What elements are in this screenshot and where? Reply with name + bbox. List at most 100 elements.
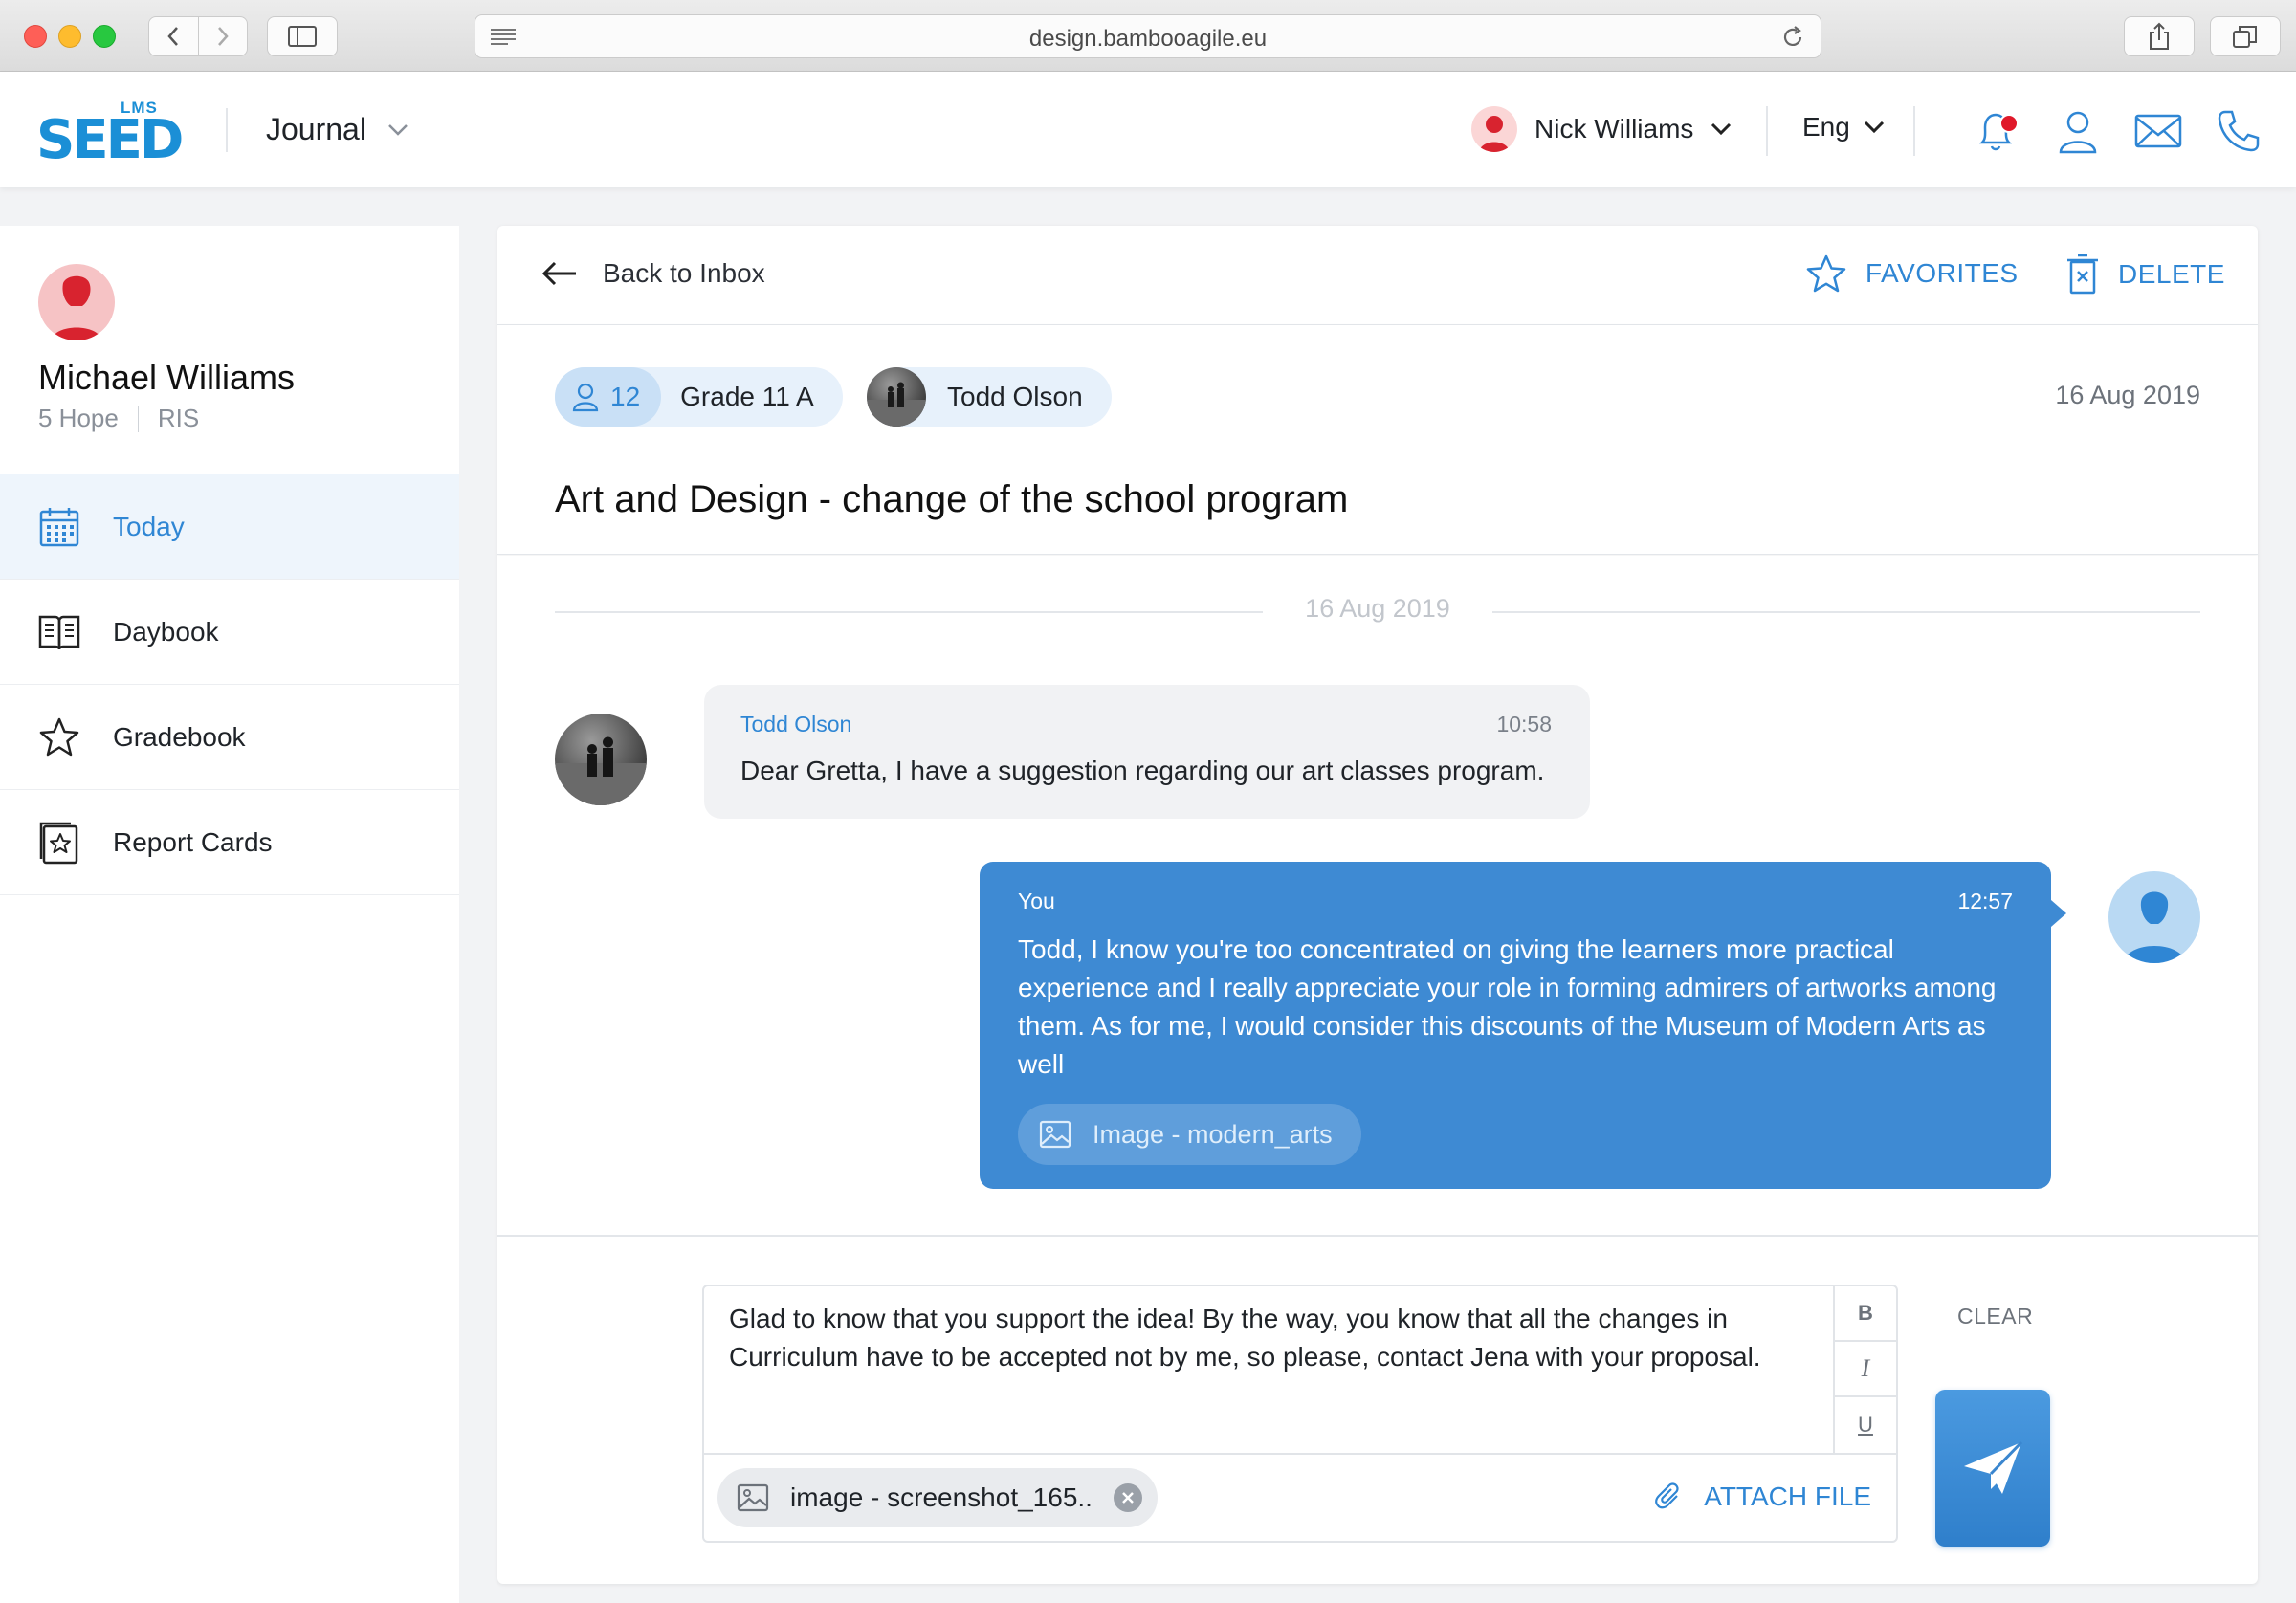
section-dropdown[interactable]: Journal bbox=[266, 112, 408, 147]
composer: Glad to know that you support the idea! … bbox=[497, 1235, 2258, 1584]
attached-file-name: image - screenshot_165.. bbox=[790, 1482, 1093, 1512]
student-school: RIS bbox=[157, 404, 200, 432]
attach-file-button[interactable]: ATTACH FILE bbox=[1654, 1482, 1871, 1512]
close-window-button[interactable] bbox=[24, 25, 47, 48]
student-grade: 5 Hope bbox=[38, 404, 119, 432]
minimize-window-button[interactable] bbox=[58, 25, 81, 48]
back-nav-button[interactable] bbox=[149, 17, 198, 55]
chevron-down-icon bbox=[388, 123, 408, 136]
reply-editor[interactable]: Glad to know that you support the idea! … bbox=[702, 1285, 1898, 1543]
forward-nav-button[interactable] bbox=[197, 17, 247, 55]
toggle-sidebar-button[interactable] bbox=[267, 16, 338, 56]
favorites-button[interactable]: FAVORITES bbox=[1806, 254, 2019, 293]
attachment-name: Image - modern_arts bbox=[1093, 1119, 1333, 1149]
reply-text[interactable]: Glad to know that you support the idea! … bbox=[729, 1300, 1820, 1376]
app-header: LMS SEED Journal Nick Williams Eng bbox=[0, 72, 2296, 187]
sidebar-item-daybook[interactable]: Daybook bbox=[0, 580, 459, 685]
message-time: 12:57 bbox=[1957, 889, 2013, 913]
day-separator-date: 16 Aug 2019 bbox=[1305, 594, 1450, 623]
recipients-count: 12 bbox=[555, 367, 662, 427]
student-meta: 5 Hope RIS bbox=[38, 404, 199, 433]
user-menu[interactable]: Nick Williams bbox=[1471, 106, 1732, 152]
underline-button[interactable]: U bbox=[1835, 1397, 1896, 1453]
language-dropdown[interactable]: Eng bbox=[1802, 112, 1885, 143]
user-icon bbox=[2059, 111, 2097, 154]
star-outline-icon bbox=[1806, 254, 1846, 293]
sidebar-icon bbox=[288, 26, 317, 47]
avatar bbox=[1471, 106, 1517, 152]
photo-thumbnail bbox=[555, 736, 647, 805]
meta-divider bbox=[137, 405, 139, 432]
address-bar[interactable]: design.bambooagile.eu bbox=[475, 14, 1821, 58]
photo-thumbnail bbox=[867, 382, 926, 427]
attached-file-chip: image - screenshot_165.. bbox=[718, 1468, 1158, 1527]
participant-name: Todd Olson bbox=[947, 382, 1083, 411]
language-label: Eng bbox=[1802, 112, 1850, 142]
message-text: Todd, I know you're too concentrated on … bbox=[1018, 934, 1997, 1079]
seed-logo[interactable]: LMS SEED bbox=[36, 99, 193, 171]
logo-text: SEED bbox=[36, 109, 184, 171]
message-thread: 16 Aug 2019 Todd Olson 10:58 Dear Gretta… bbox=[497, 556, 2258, 1235]
reload-icon[interactable] bbox=[1780, 25, 1805, 50]
message-time: 10:58 bbox=[1496, 712, 1552, 736]
star-icon bbox=[39, 717, 79, 756]
tabs-icon bbox=[2233, 26, 2257, 48]
header-divider bbox=[1766, 106, 1768, 156]
share-icon bbox=[2150, 22, 2169, 50]
tabs-overview-button[interactable] bbox=[2210, 16, 2281, 56]
message-attachment[interactable]: Image - modern_arts bbox=[1018, 1104, 1361, 1165]
image-icon bbox=[1039, 1120, 1071, 1149]
sidebar-item-gradebook[interactable]: Gradebook bbox=[0, 685, 459, 790]
student-avatar bbox=[38, 264, 115, 340]
sidebar-item-report-cards[interactable]: Report Cards bbox=[0, 790, 459, 895]
my-avatar bbox=[2108, 871, 2200, 963]
chevron-down-icon bbox=[1711, 122, 1732, 136]
close-icon bbox=[1122, 1492, 1134, 1504]
message-sender[interactable]: Todd Olson bbox=[740, 712, 851, 737]
header-divider bbox=[1913, 106, 1915, 156]
attach-file-label: ATTACH FILE bbox=[1704, 1482, 1871, 1511]
book-icon bbox=[38, 615, 80, 649]
sidebar-item-label: Report Cards bbox=[113, 826, 273, 857]
clear-button[interactable]: CLEAR bbox=[1957, 1304, 2033, 1329]
share-button[interactable] bbox=[2124, 16, 2195, 56]
call-button[interactable] bbox=[2214, 106, 2263, 156]
remove-attachment-button[interactable] bbox=[1113, 1483, 1142, 1512]
message-sender: You bbox=[1018, 889, 1055, 913]
header-divider bbox=[226, 108, 228, 152]
messages-button[interactable] bbox=[2133, 106, 2183, 156]
italic-button[interactable]: I bbox=[1835, 1342, 1896, 1397]
user-silhouette-icon bbox=[52, 275, 101, 340]
sidebar-item-label: Gradebook bbox=[113, 721, 246, 752]
recipients-chip[interactable]: 12 Grade 11 A bbox=[555, 367, 843, 427]
send-icon bbox=[1964, 1440, 2023, 1494]
participant-chip[interactable]: Todd Olson bbox=[867, 367, 1112, 427]
format-toolbar: B I U bbox=[1833, 1286, 1896, 1453]
notification-dot bbox=[1999, 114, 2019, 133]
bold-button[interactable]: B bbox=[1835, 1286, 1896, 1342]
participant-photo bbox=[867, 367, 926, 427]
back-to-inbox-button[interactable]: Back to Inbox bbox=[541, 258, 765, 289]
delete-button[interactable]: DELETE bbox=[2066, 254, 2225, 295]
phone-icon bbox=[2218, 110, 2260, 152]
profile-button[interactable] bbox=[2053, 106, 2103, 156]
back-label: Back to Inbox bbox=[603, 258, 765, 288]
conversation-subject: Art and Design - change of the school pr… bbox=[555, 478, 1349, 520]
url-text: design.bambooagile.eu bbox=[1028, 26, 1268, 52]
message-incoming: Todd Olson 10:58 Dear Gretta, I have a s… bbox=[704, 685, 1590, 819]
sidebar-item-today[interactable]: Today bbox=[0, 474, 459, 580]
user-silhouette-icon bbox=[2124, 891, 2185, 963]
user-silhouette-icon bbox=[1479, 116, 1510, 152]
user-icon bbox=[572, 383, 599, 412]
message-text: Dear Gretta, I have a suggestion regardi… bbox=[740, 756, 1545, 785]
zoom-window-button[interactable] bbox=[93, 25, 116, 48]
browser-toolbar: design.bambooagile.eu bbox=[0, 0, 2296, 72]
notifications-button[interactable] bbox=[1971, 106, 2020, 156]
student-name: Michael Williams bbox=[38, 358, 296, 397]
mail-icon bbox=[2134, 114, 2182, 148]
message-outgoing: You 12:57 Todd, I know you're too concen… bbox=[980, 862, 2066, 1189]
send-button[interactable] bbox=[1935, 1390, 2050, 1547]
sidebar-item-label: Daybook bbox=[113, 616, 219, 647]
image-icon bbox=[737, 1483, 769, 1512]
day-separator: 16 Aug 2019 bbox=[555, 594, 2200, 628]
